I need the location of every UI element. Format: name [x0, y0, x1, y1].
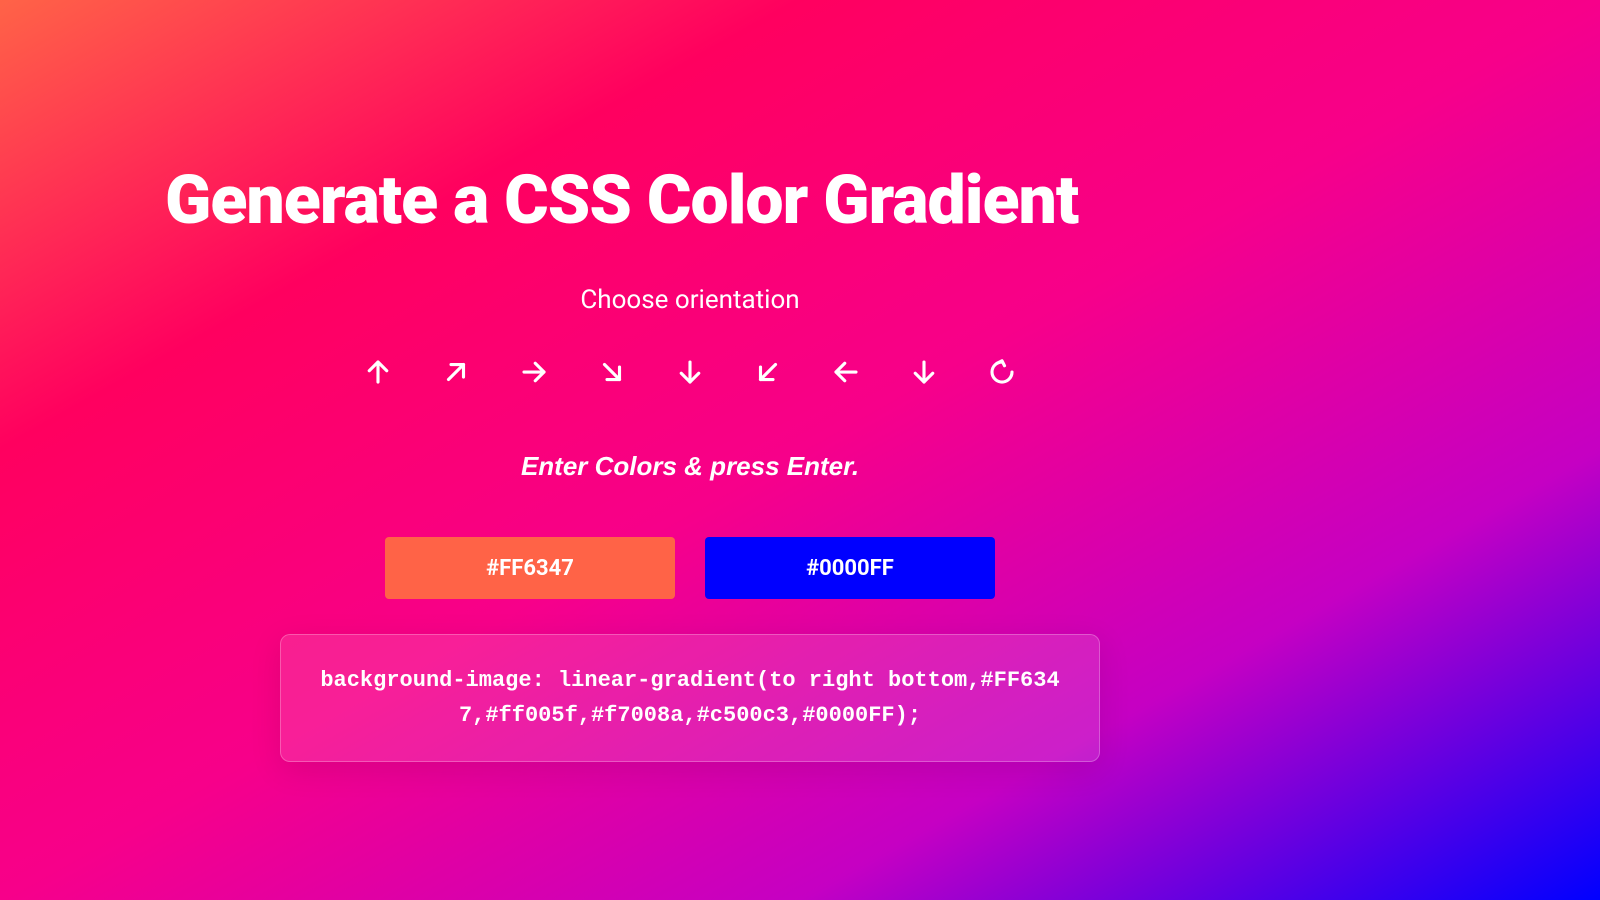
arrow-right-icon [519, 357, 549, 390]
arrow-up-icon [363, 357, 393, 390]
page-title: Generate a CSS Color Gradient [165, 160, 1215, 240]
orientation-right-button[interactable] [516, 355, 552, 391]
orientation-up-button[interactable] [360, 355, 396, 391]
orientation-down-left-button[interactable] [750, 355, 786, 391]
css-output-text: background-image: linear-gradient(to rig… [311, 663, 1069, 733]
arrow-down-left-icon [753, 357, 783, 390]
arrow-down-alt-icon [909, 357, 939, 390]
color-inputs-row [280, 537, 1100, 599]
arrow-down-right-icon [597, 357, 627, 390]
orientation-down-button[interactable] [672, 355, 708, 391]
orientation-row [280, 355, 1100, 391]
enter-colors-label: Enter Colors & press Enter. [280, 451, 1100, 482]
orientation-down-right-button[interactable] [594, 355, 630, 391]
radial-icon [987, 357, 1017, 390]
main-container: Generate a CSS Color Gradient Choose ori… [165, 0, 1215, 762]
orientation-down-alt-button[interactable] [906, 355, 942, 391]
orientation-up-right-button[interactable] [438, 355, 474, 391]
arrow-left-icon [831, 357, 861, 390]
color-2-input[interactable] [705, 537, 995, 599]
orientation-left-button[interactable] [828, 355, 864, 391]
arrow-up-right-icon [441, 357, 471, 390]
css-output-box[interactable]: background-image: linear-gradient(to rig… [280, 634, 1100, 762]
orientation-radial-button[interactable] [984, 355, 1020, 391]
orientation-label: Choose orientation [280, 285, 1100, 315]
color-1-input[interactable] [385, 537, 675, 599]
arrow-down-icon [675, 357, 705, 390]
